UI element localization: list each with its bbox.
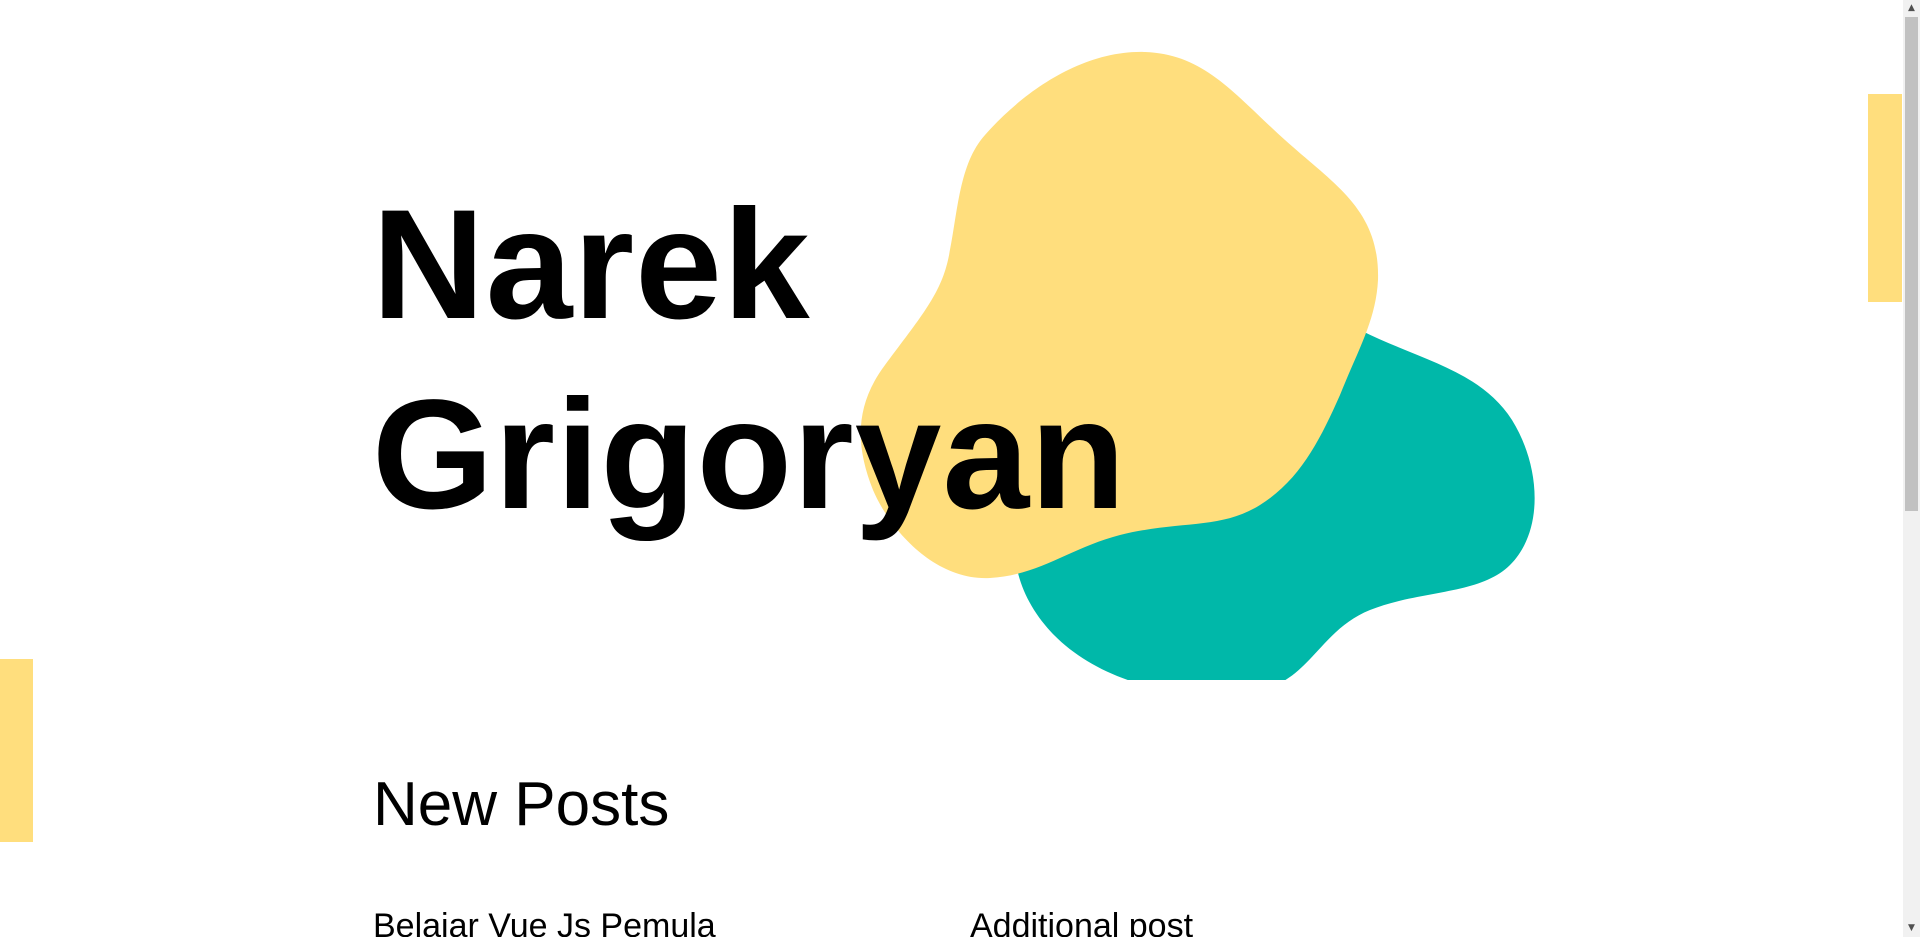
hero-first-name: Narek [372, 178, 811, 352]
accent-bar-right [1868, 94, 1902, 302]
hero-last-name: Grigoryan [372, 368, 1127, 542]
scroll-down-arrow-icon[interactable]: ▼ [1903, 920, 1920, 937]
hero-name: Narek Grigoryan [372, 170, 1127, 550]
post-link-vue-js[interactable]: Belajar Vue Js Pemula [373, 906, 716, 937]
new-posts-heading: New Posts [373, 770, 670, 839]
vertical-scrollbar[interactable]: ▲ ▼ [1903, 0, 1920, 937]
post-link-additional[interactable]: Additional post [970, 906, 1193, 937]
scroll-up-arrow-icon[interactable]: ▲ [1903, 0, 1920, 17]
posts-list: Belajar Vue Js Pemula Additional post [373, 900, 1473, 937]
accent-bar-left [0, 659, 33, 842]
page: Narek Grigoryan New Posts Belajar Vue Js… [0, 0, 1920, 937]
scrollbar-thumb[interactable] [1905, 17, 1918, 511]
